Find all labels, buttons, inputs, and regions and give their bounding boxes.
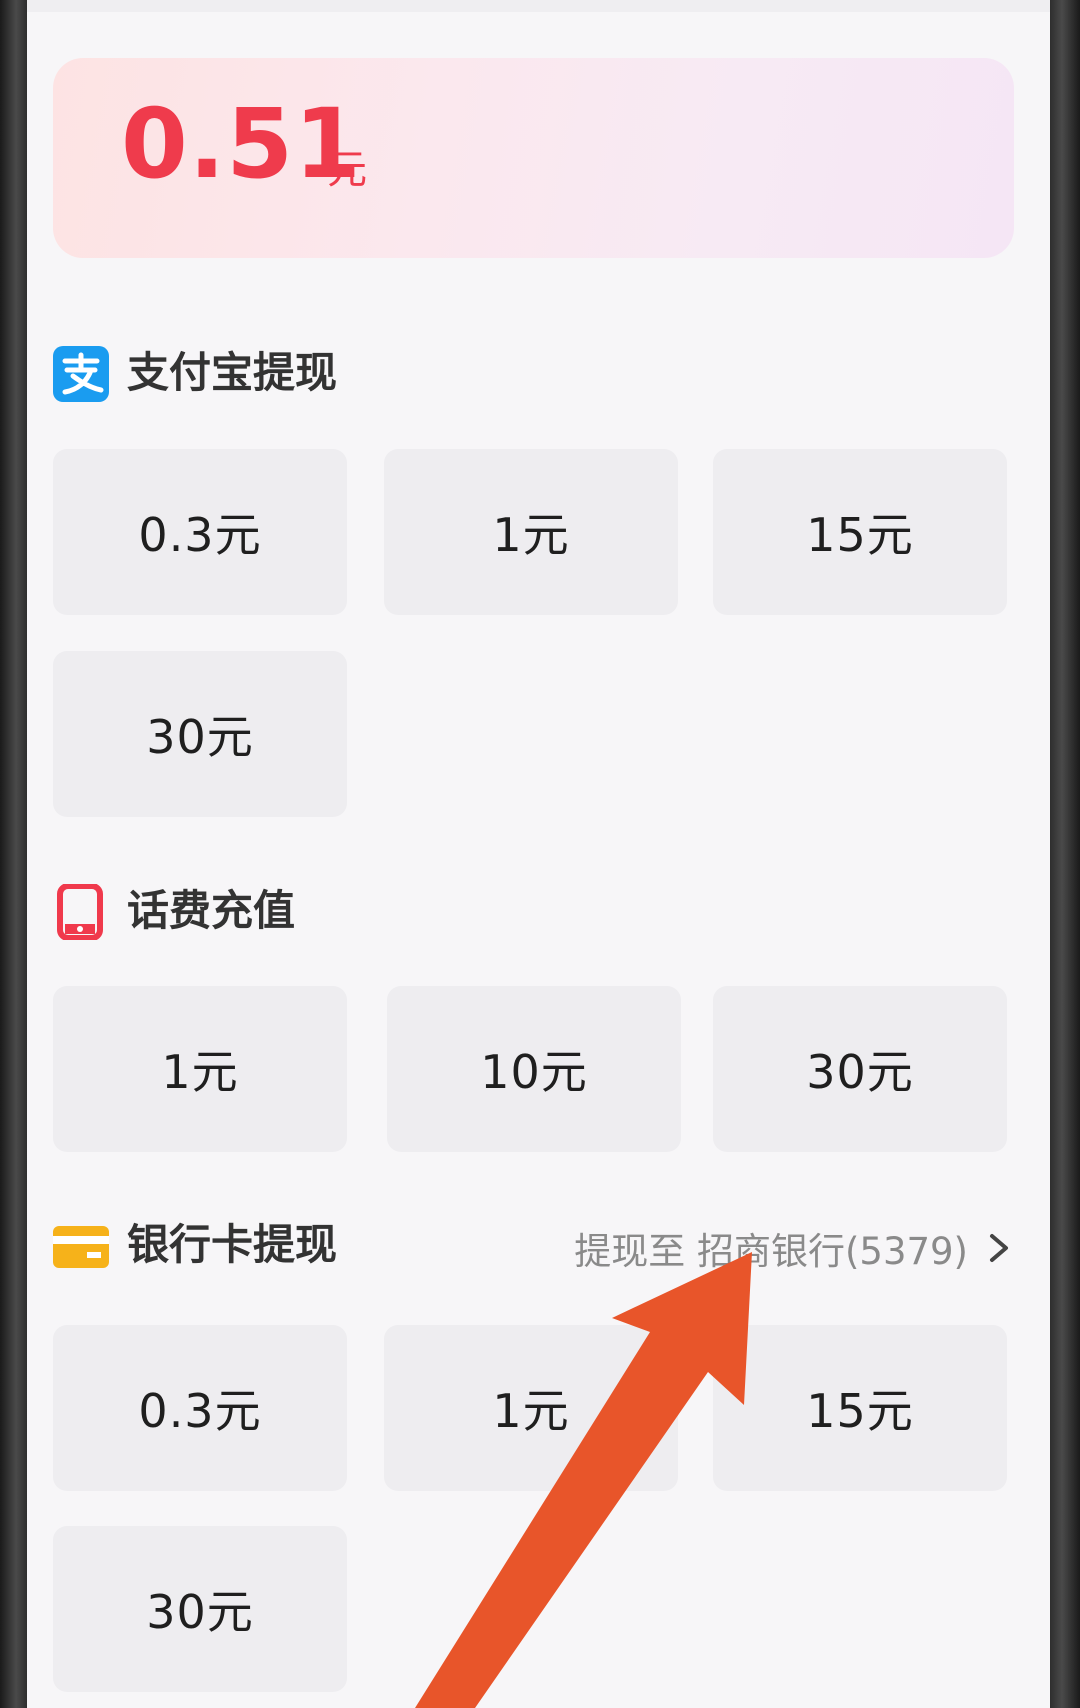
alipay-option[interactable]: 0.3元 [53, 449, 347, 615]
phone-frame-right [1050, 0, 1080, 1708]
bank-card-icon [53, 1226, 109, 1268]
phone-section-header: 话费充值 [53, 880, 1014, 940]
bank-option[interactable]: 15元 [713, 1325, 1007, 1491]
bank-select-text: 提现至 招商银行(5379) [574, 1230, 968, 1273]
bank-option[interactable]: 0.3元 [53, 1325, 347, 1491]
chevron-right-icon [990, 1234, 1008, 1262]
bank-select-link[interactable]: 提现至 招商银行(5379) [574, 1226, 1014, 1273]
alipay-section-header: 支付宝提现 [53, 342, 1014, 402]
top-strip [27, 0, 1050, 12]
balance-amount: 0.51 [121, 88, 362, 200]
alipay-option[interactable]: 1元 [384, 449, 678, 615]
balance-unit: 元 [327, 147, 367, 193]
alipay-icon [53, 346, 109, 402]
bank-option[interactable]: 30元 [53, 1526, 347, 1692]
bank-option[interactable]: 1元 [384, 1325, 678, 1491]
phone-option[interactable]: 1元 [53, 986, 347, 1152]
phone-option[interactable]: 10元 [387, 986, 681, 1152]
phone-frame-left [0, 0, 27, 1708]
alipay-section-title: 支付宝提现 [127, 348, 338, 397]
bank-section-title: 银行卡提现 [127, 1220, 338, 1269]
phone-icon [57, 884, 103, 940]
alipay-option[interactable]: 30元 [53, 651, 347, 817]
phone-section-title: 话费充值 [127, 886, 296, 935]
withdraw-screen: 0.51 元 支付宝提现 0.3元 1元 15元 30元 话费充值 1元 10元… [27, 0, 1050, 1708]
bank-section-header: 银行卡提现 提现至 招商银行(5379) [53, 1214, 1014, 1274]
alipay-option[interactable]: 15元 [713, 449, 1007, 615]
phone-option[interactable]: 30元 [713, 986, 1007, 1152]
